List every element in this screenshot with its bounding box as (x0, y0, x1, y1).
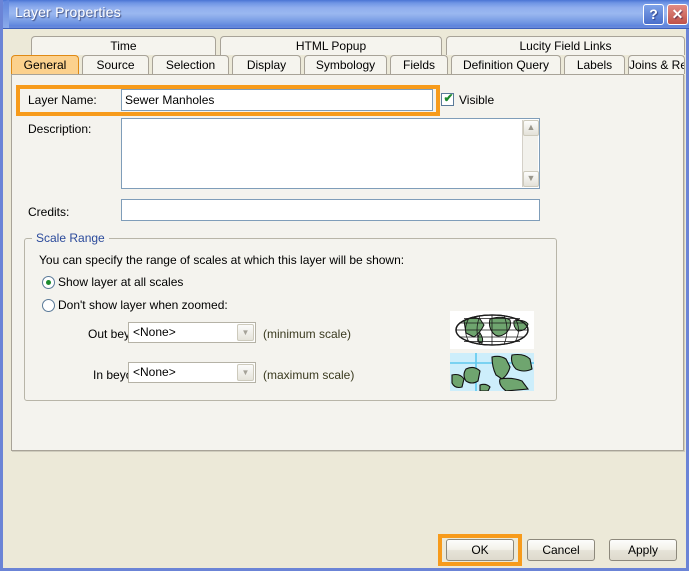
tab-labels[interactable]: Labels (564, 55, 625, 74)
description-scrollbar[interactable]: ▲ ▼ (522, 120, 538, 187)
visible-label: Visible (459, 93, 494, 107)
tab-definition-query[interactable]: Definition Query (451, 55, 561, 74)
tab-strip: Time HTML Popup Lucity Field Links Gener… (11, 36, 685, 74)
tab-joins-and-relates[interactable]: Joins & Relates (628, 55, 685, 74)
in-beyond-combo[interactable]: <None> ▼ (128, 362, 256, 383)
ok-button-highlight (438, 534, 522, 566)
in-beyond-hint: (maximum scale) (263, 368, 354, 382)
tab-general[interactable]: General (11, 55, 79, 74)
tab-fields[interactable]: Fields (390, 55, 448, 74)
scale-range-legend: Scale Range (32, 231, 109, 245)
close-icon[interactable]: ✕ (667, 4, 688, 25)
scroll-up-icon[interactable]: ▲ (523, 120, 539, 136)
globe-graphic (450, 311, 534, 349)
tab-display[interactable]: Display (232, 55, 301, 74)
credits-label: Credits: (28, 205, 69, 219)
layer-properties-dialog: Layer Properties ? ✕ Time HTML Popup Luc… (0, 0, 689, 571)
out-beyond-combo[interactable]: <None> ▼ (128, 322, 256, 343)
radio-dont-show-when-zoomed[interactable] (42, 299, 55, 312)
credits-input[interactable] (121, 199, 540, 221)
tab-html-popup[interactable]: HTML Popup (220, 36, 442, 55)
tab-source[interactable]: Source (82, 55, 149, 74)
radio-dont-show-when-zoomed-label: Don't show layer when zoomed: (58, 298, 228, 312)
out-beyond-hint: (minimum scale) (263, 327, 351, 341)
tab-symbology[interactable]: Symbology (304, 55, 387, 74)
chevron-down-icon[interactable]: ▼ (237, 324, 254, 341)
help-icon[interactable]: ? (643, 4, 664, 25)
apply-button[interactable]: Apply (609, 539, 677, 561)
chevron-down-icon[interactable]: ▼ (237, 364, 254, 381)
titlebar-corner (3, 0, 9, 28)
radio-show-all-scales-label: Show layer at all scales (58, 275, 183, 289)
layer-name-highlight (16, 85, 440, 116)
radio-show-all-scales[interactable] (42, 276, 55, 289)
visible-checkbox[interactable] (441, 93, 454, 106)
out-beyond-value: <None> (133, 325, 176, 339)
tab-time[interactable]: Time (31, 36, 216, 55)
in-beyond-value: <None> (133, 365, 176, 379)
scale-range-description: You can specify the range of scales at w… (39, 253, 404, 267)
cancel-button[interactable]: Cancel (527, 539, 595, 561)
window-title: Layer Properties (15, 4, 121, 20)
tab-lucity-field-links[interactable]: Lucity Field Links (446, 36, 685, 55)
description-field[interactable]: ▲ ▼ (121, 118, 540, 189)
tab-selection[interactable]: Selection (152, 55, 229, 74)
title-bar[interactable]: Layer Properties ? ✕ (3, 0, 689, 29)
map-graphic (450, 353, 534, 391)
description-label: Description: (28, 122, 91, 136)
scroll-down-icon[interactable]: ▼ (523, 171, 539, 187)
